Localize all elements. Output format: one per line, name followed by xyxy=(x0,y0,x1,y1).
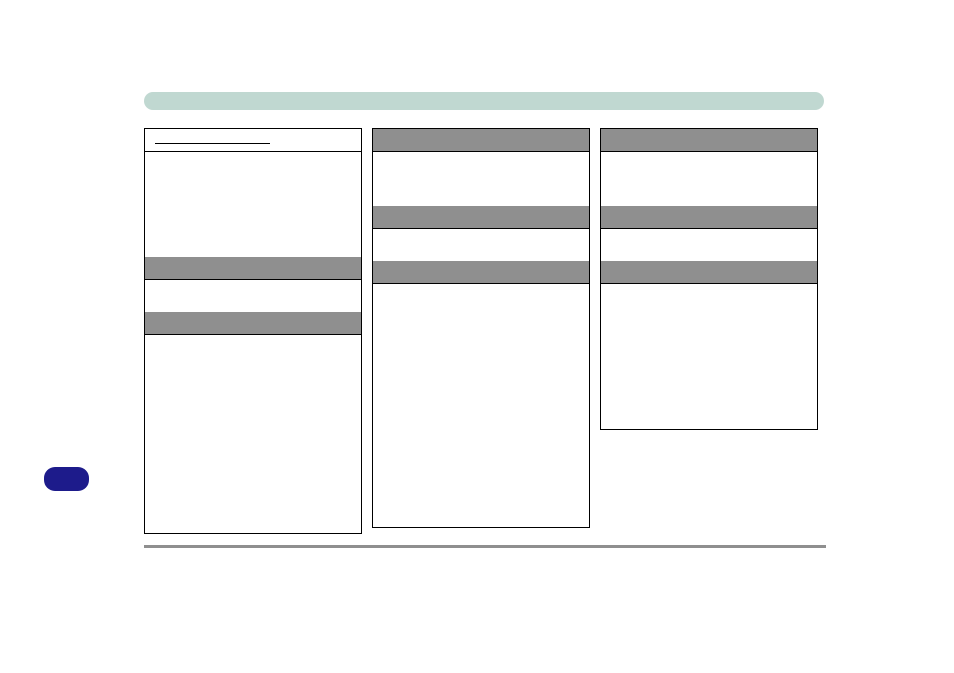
spacer xyxy=(145,152,361,257)
column-1-header-2 xyxy=(145,312,361,335)
spacer xyxy=(601,229,817,261)
column-2 xyxy=(372,128,590,528)
section-banner xyxy=(144,92,824,110)
footer-rule xyxy=(144,545,826,548)
spacer xyxy=(145,280,361,312)
page-number-badge xyxy=(44,467,89,491)
column-3 xyxy=(600,128,818,430)
column-3-header-2 xyxy=(601,206,817,229)
columns-container xyxy=(144,128,818,534)
spacer xyxy=(601,152,817,206)
column-2-header-1 xyxy=(373,129,589,152)
spacer xyxy=(373,284,589,527)
column-2-header-3 xyxy=(373,261,589,284)
spacer xyxy=(373,229,589,261)
column-3-header-1 xyxy=(601,129,817,152)
spacer xyxy=(145,335,361,533)
column-1 xyxy=(144,128,362,534)
column-1-title-row xyxy=(145,129,361,152)
column-1-header-1 xyxy=(145,257,361,280)
column-2-header-2 xyxy=(373,206,589,229)
column-3-header-3 xyxy=(601,261,817,284)
spacer xyxy=(373,152,589,206)
underline xyxy=(155,143,270,144)
spacer xyxy=(601,284,817,429)
